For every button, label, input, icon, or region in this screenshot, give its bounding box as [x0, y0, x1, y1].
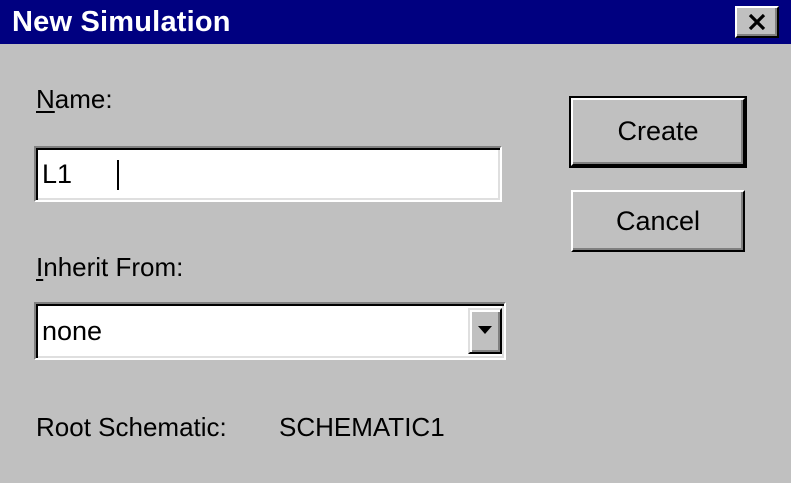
name-label: Name: [36, 84, 113, 114]
close-button[interactable] [735, 6, 779, 38]
root-schematic-label: Root Schematic: [36, 412, 227, 442]
cancel-button[interactable]: Cancel [571, 190, 745, 252]
dropdown-button[interactable] [468, 308, 502, 354]
name-input-box[interactable] [34, 146, 502, 202]
create-button[interactable]: Create [569, 96, 747, 168]
window-title: New Simulation [12, 6, 231, 38]
root-schematic-value: SCHEMATIC1 [279, 412, 445, 442]
name-input[interactable] [42, 156, 492, 192]
inherit-from-label: Inherit From: [36, 252, 183, 282]
name-label-text: ame: [54, 84, 113, 114]
new-simulation-dialog: New Simulation Name: Inherit From: none … [0, 0, 791, 483]
inherit-from-value: none [42, 316, 103, 346]
text-caret [117, 160, 119, 190]
chevron-down-icon [478, 326, 492, 334]
title-bar[interactable]: New Simulation [0, 0, 791, 44]
inherit-from-select[interactable]: none [34, 302, 506, 360]
inherit-label-text: nherit From: [43, 252, 184, 282]
close-icon [748, 14, 766, 30]
name-label-mnemonic: N [36, 84, 55, 114]
create-button-label: Create [617, 116, 699, 146]
cancel-button-label: Cancel [615, 206, 701, 236]
